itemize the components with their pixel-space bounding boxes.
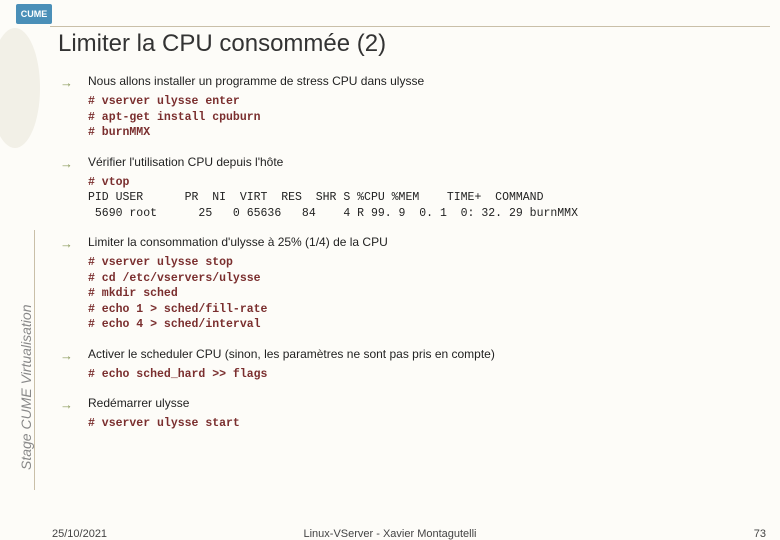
arrow-icon: → bbox=[60, 347, 88, 363]
code-flags: # echo sched_hard >> flags bbox=[88, 367, 760, 383]
top-border bbox=[50, 26, 770, 27]
bullet-item: → Vérifier l'utilisation CPU depuis l'hô… bbox=[60, 155, 760, 171]
code-vtop: # vtop PID USER PR NI VIRT RES SHR S %CP… bbox=[88, 175, 760, 222]
sidebar-line bbox=[34, 230, 35, 490]
bullet-text: Nous allons installer un programme de st… bbox=[88, 74, 424, 90]
arrow-icon: → bbox=[60, 155, 88, 171]
bullet-item: → Nous allons installer un programme de … bbox=[60, 74, 760, 90]
bullet-text: Redémarrer ulysse bbox=[88, 396, 189, 412]
bullet-item: → Activer le scheduler CPU (sinon, les p… bbox=[60, 347, 760, 363]
code-start: # vserver ulysse start bbox=[88, 416, 760, 432]
bullet-item: → Limiter la consommation d'ulysse à 25%… bbox=[60, 235, 760, 251]
accent-shape bbox=[0, 28, 40, 148]
bullet-text: Vérifier l'utilisation CPU depuis l'hôte bbox=[88, 155, 283, 171]
arrow-icon: → bbox=[60, 74, 88, 90]
code-sched: # vserver ulysse stop # cd /etc/vservers… bbox=[88, 255, 760, 333]
arrow-icon: → bbox=[60, 235, 88, 251]
logo-badge: CUME bbox=[16, 4, 52, 24]
arrow-icon: → bbox=[60, 396, 88, 412]
bullet-text: Activer le scheduler CPU (sinon, les par… bbox=[88, 347, 495, 363]
content-area: → Nous allons installer un programme de … bbox=[60, 74, 760, 446]
sidebar-label: Stage CUME Virtualisation bbox=[18, 305, 34, 470]
footer-page: 73 bbox=[754, 528, 766, 540]
vtop-output: PID USER PR NI VIRT RES SHR S %CPU %MEM … bbox=[88, 191, 578, 220]
bullet-text: Limiter la consommation d'ulysse à 25% (… bbox=[88, 235, 388, 251]
footer-center: Linux-VServer - Xavier Montagutelli bbox=[303, 528, 476, 540]
footer-date: 25/10/2021 bbox=[52, 528, 107, 540]
page-title: Limiter la CPU consommée (2) bbox=[58, 30, 386, 58]
bullet-item: → Redémarrer ulysse bbox=[60, 396, 760, 412]
code-install: # vserver ulysse enter # apt-get install… bbox=[88, 94, 760, 141]
vtop-command: # vtop bbox=[88, 176, 129, 189]
